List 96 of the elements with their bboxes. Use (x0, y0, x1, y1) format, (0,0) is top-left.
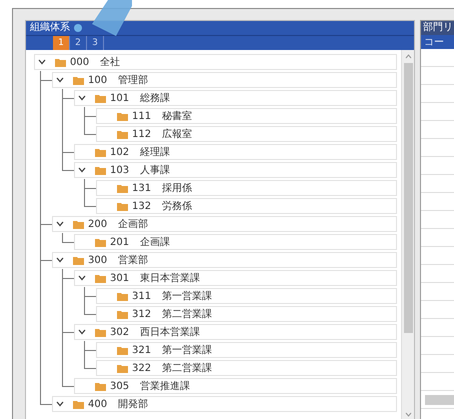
chevron-icon[interactable] (38, 59, 46, 65)
scrollbar[interactable] (425, 395, 454, 405)
node-name: 企画課 (140, 236, 170, 249)
folder-icon (117, 202, 128, 210)
node-code: 321 (132, 344, 152, 356)
tree-node[interactable]: 200 企画部 (52, 216, 397, 232)
folder-icon (117, 130, 128, 138)
folder-icon (95, 382, 106, 390)
node-code: 103 (110, 164, 130, 176)
folder-icon (95, 148, 106, 156)
node-code: 131 (132, 182, 152, 194)
chevron-icon[interactable] (56, 221, 64, 227)
node-name: 全社 (100, 56, 120, 69)
tree-node[interactable]: 100 管理部 (52, 72, 397, 88)
node-name: 第一営業課 (162, 344, 212, 357)
node-code: 300 (88, 254, 108, 266)
node-name: 企画部 (118, 218, 148, 231)
scrollbar[interactable] (401, 50, 414, 419)
folder-icon (117, 292, 128, 300)
node-code: 100 (88, 74, 108, 86)
folder-icon (117, 112, 128, 120)
chevron-icon[interactable] (78, 329, 86, 335)
chevron-icon[interactable] (56, 401, 64, 407)
folder-icon (73, 76, 84, 84)
node-name: 採用係 (162, 182, 192, 195)
chevron-icon[interactable] (78, 167, 86, 173)
folder-icon (73, 256, 84, 264)
node-name: 総務課 (140, 92, 170, 105)
folder-icon (95, 166, 106, 174)
column-title: コー (424, 36, 444, 49)
node-code: 305 (110, 380, 130, 392)
node-code: 311 (132, 290, 152, 302)
node-name: 営業推進課 (140, 380, 190, 393)
node-name: 労務係 (162, 200, 192, 213)
node-name: 開発部 (118, 398, 148, 411)
node-code: 111 (132, 110, 152, 122)
folder-icon (73, 400, 84, 408)
folder-icon (95, 274, 106, 282)
tree-node[interactable]: 102 経理課 (74, 144, 397, 160)
panel-title: 組織体系 (30, 22, 70, 34)
node-code: 101 (110, 92, 130, 104)
node-code: 132 (132, 200, 152, 212)
tree-node[interactable]: 305 営業推進課 (74, 378, 397, 394)
folder-icon (117, 364, 128, 372)
folder-icon (117, 310, 128, 318)
tree-node[interactable]: 201 企画課 (74, 234, 397, 250)
node-code: 102 (110, 146, 130, 158)
tree-node[interactable]: 322 第二営業課 (96, 360, 397, 376)
tree-node[interactable]: 300 営業部 (52, 252, 397, 268)
tree-node[interactable]: 321 第一営業課 (96, 342, 397, 358)
folder-icon (117, 184, 128, 192)
tree-node[interactable]: 400 開発部 (52, 396, 397, 412)
node-code: 301 (110, 272, 130, 284)
tree-node[interactable]: 132 労務係 (96, 198, 397, 214)
tree-node[interactable]: 301 東日本営業課 (74, 270, 397, 286)
tree-node[interactable]: 000 全社 (34, 54, 397, 70)
node-code: 000 (70, 56, 90, 68)
folder-icon (95, 238, 106, 246)
tree-node[interactable]: 112 広報室 (96, 126, 397, 142)
tree-node[interactable]: 103 人事課 (74, 162, 397, 178)
tree-node[interactable]: 312 第二営業課 (96, 306, 397, 322)
folder-icon (117, 346, 128, 354)
node-code: 400 (88, 398, 108, 410)
tree-node[interactable]: 311 第一営業課 (96, 288, 397, 304)
tree-node[interactable]: 111 秘書室 (96, 108, 397, 124)
node-name: 第二営業課 (162, 362, 212, 375)
node-code: 322 (132, 362, 152, 374)
chevron-icon[interactable] (78, 275, 86, 281)
node-name: 人事課 (140, 164, 170, 177)
tree-node[interactable]: 302 西日本営業課 (74, 324, 397, 340)
folder-icon (95, 94, 106, 102)
folder-icon (73, 220, 84, 228)
chevron-icon[interactable] (78, 95, 86, 101)
folder-icon (55, 58, 66, 66)
node-code: 302 (110, 326, 130, 338)
folder-icon (95, 328, 106, 336)
node-name: 秘書室 (162, 110, 192, 123)
node-code: 200 (88, 218, 108, 230)
node-name: 第一営業課 (162, 290, 212, 303)
chevron-icon[interactable] (56, 77, 64, 83)
info-icon[interactable] (74, 24, 82, 32)
node-name: 西日本営業課 (140, 326, 200, 339)
node-name: 管理部 (118, 74, 148, 87)
node-name: 経理課 (140, 146, 170, 159)
chevron-icon[interactable] (56, 257, 64, 263)
node-name: 東日本営業課 (140, 272, 200, 285)
tree-node[interactable]: 101 総務課 (74, 90, 397, 106)
node-name: 営業部 (118, 254, 148, 267)
tree-node[interactable]: 131 採用係 (96, 180, 397, 196)
node-name: 第二営業課 (162, 308, 212, 321)
node-code: 112 (132, 128, 152, 140)
node-name: 広報室 (162, 128, 192, 141)
panel-title: 部門リ (423, 22, 453, 34)
scroll-thumb[interactable] (404, 63, 412, 333)
node-code: 312 (132, 308, 152, 320)
node-code: 201 (110, 236, 130, 248)
